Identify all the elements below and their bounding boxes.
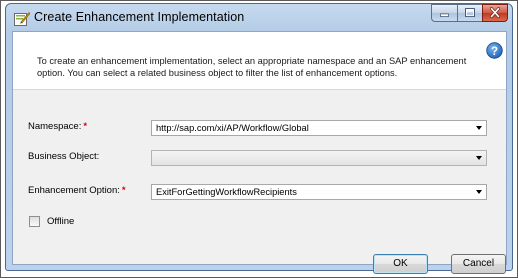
required-marker: * bbox=[83, 121, 88, 132]
dialog-header: To create an enhancement implementation,… bbox=[13, 32, 506, 90]
close-icon bbox=[490, 7, 500, 18]
help-icon[interactable]: ? bbox=[486, 42, 503, 59]
enhancement-option-dropdown[interactable]: ExitForGettingWorkflowRecipients bbox=[151, 184, 487, 200]
svg-text:?: ? bbox=[491, 46, 498, 58]
namespace-dropdown[interactable]: http://sap.com/xi/AP/Workflow/Global bbox=[151, 120, 487, 136]
dialog-content: To create an enhancement implementation,… bbox=[12, 31, 507, 274]
maximize-icon bbox=[465, 8, 475, 17]
ok-button[interactable]: OK bbox=[373, 254, 428, 274]
namespace-label: Namespace: * bbox=[28, 121, 88, 132]
enhancement-option-label: Enhancement Option: * bbox=[28, 185, 126, 196]
close-button[interactable] bbox=[482, 4, 508, 22]
minimize-icon bbox=[440, 13, 449, 17]
dialog-window: Create Enhancement Implementation To cre… bbox=[5, 3, 513, 274]
cancel-button[interactable]: Cancel bbox=[451, 254, 506, 274]
enhancement-app-icon bbox=[14, 12, 30, 26]
enhancement-option-value: ExitForGettingWorkflowRecipients bbox=[156, 187, 297, 197]
offline-checkbox[interactable] bbox=[29, 216, 40, 227]
business-object-label: Business Object: bbox=[28, 151, 100, 162]
title-bar[interactable]: Create Enhancement Implementation bbox=[6, 4, 512, 31]
dialog-title: Create Enhancement Implementation bbox=[34, 10, 245, 24]
maximize-button[interactable] bbox=[457, 4, 483, 22]
chevron-down-icon bbox=[476, 156, 482, 160]
minimize-button[interactable] bbox=[431, 4, 458, 22]
chevron-down-icon bbox=[476, 126, 482, 130]
namespace-value: http://sap.com/xi/AP/Workflow/Global bbox=[156, 123, 309, 133]
offline-label[interactable]: Offline bbox=[47, 216, 74, 227]
business-object-dropdown[interactable] bbox=[151, 150, 487, 166]
required-marker: * bbox=[121, 185, 126, 196]
chevron-down-icon bbox=[476, 190, 482, 194]
intro-description: To create an enhancement implementation,… bbox=[37, 56, 467, 78]
